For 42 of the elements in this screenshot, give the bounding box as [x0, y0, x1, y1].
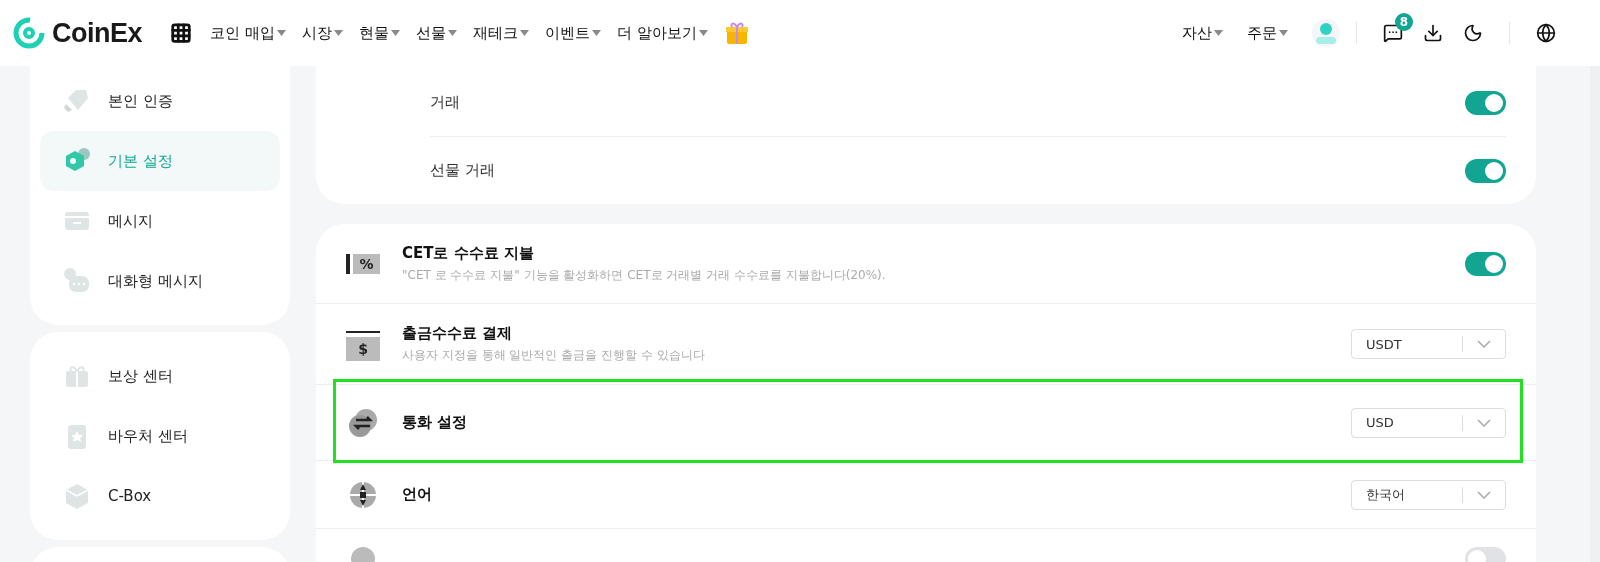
sidebar-item[interactable]: 메시지: [40, 191, 280, 251]
download-icon[interactable]: [1423, 23, 1443, 43]
setting-title: 출금수수료 결제: [402, 324, 514, 343]
nav-link[interactable]: 선물: [415, 23, 457, 43]
setting-title: 언어: [402, 485, 433, 504]
sidebar-item[interactable]: 대화형 메시지: [40, 251, 280, 311]
notification-badge: 8: [1395, 13, 1413, 31]
toggle-switch[interactable]: [1465, 158, 1506, 183]
chevron-icon: [1477, 418, 1491, 427]
percent-icon: %: [346, 253, 380, 274]
sidebar-item[interactable]: C-Box: [40, 466, 280, 526]
select-dropdown[interactable]: 한국어: [1351, 479, 1506, 510]
logo-icon: [12, 16, 46, 50]
avatar-icon[interactable]: [1312, 19, 1340, 47]
logo[interactable]: CoinEx: [12, 16, 142, 50]
nav-link[interactable]: 현물: [358, 23, 400, 43]
setting-description: "CET 로 수수료 지불" 기능을 활성화하면 CET로 거래별 거래 수수료를 지불합니다(20%).: [402, 266, 887, 284]
setting-title: CET로 수수료 지불: [402, 243, 535, 263]
nav-link[interactable]: 이벤트: [544, 23, 601, 43]
select-dropdown[interactable]: USDT: [1351, 329, 1506, 359]
chevron-icon: [1477, 490, 1491, 499]
chevron-icon: [1477, 340, 1491, 348]
setting-label: 거래: [430, 93, 460, 112]
select-dropdown[interactable]: USD: [1351, 407, 1506, 438]
sidebar-item[interactable]: 바우처 센터: [40, 406, 280, 466]
nav-link[interactable]: 더 알아보기: [616, 23, 708, 43]
menu-link[interactable]: 주문: [1247, 23, 1288, 43]
sidebar-item[interactable]: 보상 센터: [40, 346, 280, 406]
nav-link[interactable]: 코인 매입: [210, 23, 286, 43]
toggle-switch[interactable]: [1465, 251, 1506, 276]
moon-icon[interactable]: [1463, 23, 1483, 43]
setting-label: 선물 거래: [430, 161, 495, 180]
gift-icon[interactable]: [723, 20, 750, 46]
toggle-switch[interactable]: [1465, 90, 1506, 115]
menu-link[interactable]: 자산: [1182, 23, 1223, 43]
globe-icon[interactable]: [1536, 23, 1556, 43]
sidebar-item[interactable]: 본인 인증: [40, 71, 280, 131]
nav-link[interactable]: 시장: [301, 23, 343, 43]
setting-title: 통화 설정: [402, 413, 469, 432]
nav-link[interactable]: 재테크: [472, 23, 529, 43]
apps-icon[interactable]: [170, 22, 192, 44]
setting-description: 사용자 지정을 통해 일반적인 출금을 진행할 수 있습니다: [402, 347, 706, 364]
